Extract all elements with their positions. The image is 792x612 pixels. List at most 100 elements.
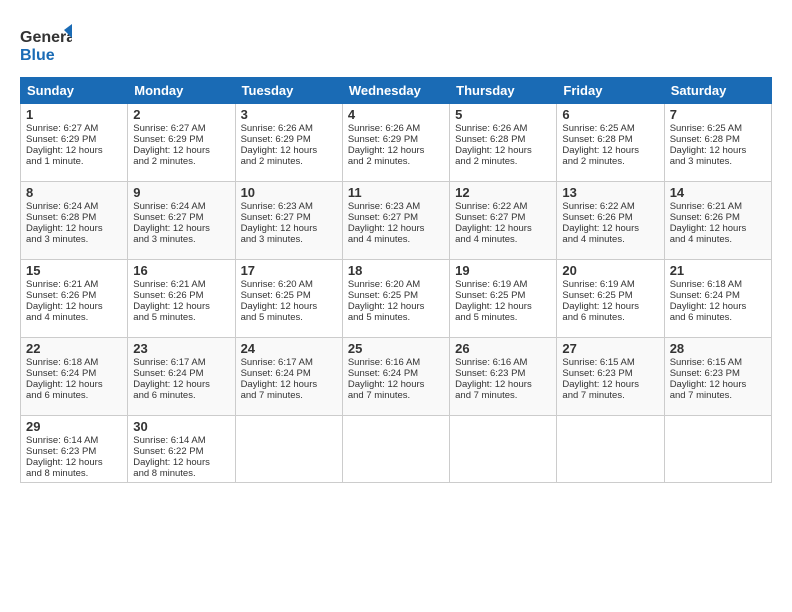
day-number: 14 (670, 185, 766, 200)
daylight-label: Daylight: 12 hours (670, 301, 747, 312)
daylight-minutes: and 5 minutes. (241, 312, 303, 323)
svg-text:Blue: Blue (20, 47, 55, 64)
page: General Blue SundayMondayTuesdayWednesda… (0, 0, 792, 612)
daylight-minutes: and 7 minutes. (348, 390, 410, 401)
weekday-header-tuesday: Tuesday (235, 78, 342, 104)
empty-cell (342, 416, 449, 483)
daylight-minutes: and 2 minutes. (348, 156, 410, 167)
sunset-label: Sunset: 6:24 PM (241, 368, 311, 379)
day-number: 12 (455, 185, 551, 200)
daylight-label: Daylight: 12 hours (26, 145, 103, 156)
sunset-label: Sunset: 6:24 PM (670, 290, 740, 301)
sunrise-label: Sunrise: 6:17 AM (241, 357, 313, 368)
daylight-label: Daylight: 12 hours (26, 301, 103, 312)
daylight-label: Daylight: 12 hours (348, 223, 425, 234)
calendar-day-cell: 2Sunrise: 6:27 AMSunset: 6:29 PMDaylight… (128, 104, 235, 182)
sunrise-label: Sunrise: 6:17 AM (133, 357, 205, 368)
daylight-label: Daylight: 12 hours (562, 223, 639, 234)
calendar-day-cell: 1Sunrise: 6:27 AMSunset: 6:29 PMDaylight… (21, 104, 128, 182)
sunset-label: Sunset: 6:24 PM (348, 368, 418, 379)
sunrise-label: Sunrise: 6:20 AM (348, 279, 420, 290)
calendar-day-cell: 9Sunrise: 6:24 AMSunset: 6:27 PMDaylight… (128, 182, 235, 260)
daylight-minutes: and 4 minutes. (562, 234, 624, 245)
daylight-minutes: and 4 minutes. (670, 234, 732, 245)
day-number: 28 (670, 341, 766, 356)
calendar-day-cell: 20Sunrise: 6:19 AMSunset: 6:25 PMDayligh… (557, 260, 664, 338)
sunrise-label: Sunrise: 6:15 AM (562, 357, 634, 368)
sunset-label: Sunset: 6:27 PM (455, 212, 525, 223)
calendar-week-row: 8Sunrise: 6:24 AMSunset: 6:28 PMDaylight… (21, 182, 772, 260)
daylight-minutes: and 4 minutes. (348, 234, 410, 245)
daylight-minutes: and 4 minutes. (26, 312, 88, 323)
day-number: 8 (26, 185, 122, 200)
empty-cell (557, 416, 664, 483)
sunrise-label: Sunrise: 6:25 AM (670, 123, 742, 134)
daylight-label: Daylight: 12 hours (133, 301, 210, 312)
sunrise-label: Sunrise: 6:27 AM (133, 123, 205, 134)
sunset-label: Sunset: 6:28 PM (26, 212, 96, 223)
daylight-minutes: and 5 minutes. (348, 312, 410, 323)
daylight-minutes: and 2 minutes. (455, 156, 517, 167)
sunrise-label: Sunrise: 6:23 AM (348, 201, 420, 212)
daylight-label: Daylight: 12 hours (348, 145, 425, 156)
daylight-label: Daylight: 12 hours (26, 379, 103, 390)
daylight-minutes: and 2 minutes. (562, 156, 624, 167)
calendar-day-cell: 10Sunrise: 6:23 AMSunset: 6:27 PMDayligh… (235, 182, 342, 260)
sunrise-label: Sunrise: 6:26 AM (455, 123, 527, 134)
daylight-minutes: and 7 minutes. (670, 390, 732, 401)
day-number: 4 (348, 107, 444, 122)
sunset-label: Sunset: 6:23 PM (26, 446, 96, 457)
day-number: 24 (241, 341, 337, 356)
sunset-label: Sunset: 6:28 PM (455, 134, 525, 145)
calendar-day-cell: 24Sunrise: 6:17 AMSunset: 6:24 PMDayligh… (235, 338, 342, 416)
sunrise-label: Sunrise: 6:23 AM (241, 201, 313, 212)
day-number: 11 (348, 185, 444, 200)
daylight-label: Daylight: 12 hours (241, 379, 318, 390)
logo-icon: General Blue (20, 22, 72, 66)
calendar-day-cell: 15Sunrise: 6:21 AMSunset: 6:26 PMDayligh… (21, 260, 128, 338)
sunset-label: Sunset: 6:25 PM (241, 290, 311, 301)
calendar-day-cell: 13Sunrise: 6:22 AMSunset: 6:26 PMDayligh… (557, 182, 664, 260)
sunset-label: Sunset: 6:24 PM (26, 368, 96, 379)
sunset-label: Sunset: 6:29 PM (241, 134, 311, 145)
sunset-label: Sunset: 6:23 PM (455, 368, 525, 379)
daylight-minutes: and 6 minutes. (133, 390, 195, 401)
weekday-header-row: SundayMondayTuesdayWednesdayThursdayFrid… (21, 78, 772, 104)
day-number: 27 (562, 341, 658, 356)
daylight-minutes: and 8 minutes. (26, 468, 88, 479)
daylight-minutes: and 5 minutes. (133, 312, 195, 323)
empty-cell (664, 416, 771, 483)
calendar-day-cell: 6Sunrise: 6:25 AMSunset: 6:28 PMDaylight… (557, 104, 664, 182)
day-number: 10 (241, 185, 337, 200)
sunrise-label: Sunrise: 6:20 AM (241, 279, 313, 290)
daylight-minutes: and 4 minutes. (455, 234, 517, 245)
sunset-label: Sunset: 6:27 PM (241, 212, 311, 223)
calendar-day-cell: 28Sunrise: 6:15 AMSunset: 6:23 PMDayligh… (664, 338, 771, 416)
day-number: 6 (562, 107, 658, 122)
svg-text:General: General (20, 29, 72, 46)
calendar-day-cell: 5Sunrise: 6:26 AMSunset: 6:28 PMDaylight… (450, 104, 557, 182)
sunrise-label: Sunrise: 6:15 AM (670, 357, 742, 368)
sunset-label: Sunset: 6:28 PM (562, 134, 632, 145)
sunset-label: Sunset: 6:26 PM (562, 212, 632, 223)
daylight-label: Daylight: 12 hours (562, 379, 639, 390)
calendar-week-row: 29Sunrise: 6:14 AMSunset: 6:23 PMDayligh… (21, 416, 772, 483)
sunrise-label: Sunrise: 6:22 AM (562, 201, 634, 212)
daylight-label: Daylight: 12 hours (562, 301, 639, 312)
sunset-label: Sunset: 6:26 PM (670, 212, 740, 223)
day-number: 2 (133, 107, 229, 122)
day-number: 21 (670, 263, 766, 278)
sunrise-label: Sunrise: 6:21 AM (133, 279, 205, 290)
calendar-table: SundayMondayTuesdayWednesdayThursdayFrid… (20, 77, 772, 483)
calendar-day-cell: 7Sunrise: 6:25 AMSunset: 6:28 PMDaylight… (664, 104, 771, 182)
day-number: 18 (348, 263, 444, 278)
weekday-header-saturday: Saturday (664, 78, 771, 104)
daylight-label: Daylight: 12 hours (241, 301, 318, 312)
daylight-minutes: and 3 minutes. (670, 156, 732, 167)
daylight-label: Daylight: 12 hours (133, 379, 210, 390)
sunset-label: Sunset: 6:25 PM (348, 290, 418, 301)
day-number: 22 (26, 341, 122, 356)
calendar-day-cell: 12Sunrise: 6:22 AMSunset: 6:27 PMDayligh… (450, 182, 557, 260)
daylight-minutes: and 6 minutes. (562, 312, 624, 323)
daylight-label: Daylight: 12 hours (26, 223, 103, 234)
